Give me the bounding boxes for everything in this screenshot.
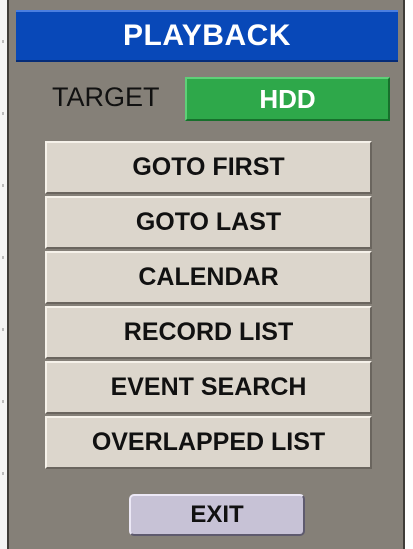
event-search-button[interactable]: EVENT SEARCH xyxy=(45,361,372,414)
target-label: TARGET xyxy=(52,82,160,112)
dialog-title: PLAYBACK xyxy=(123,19,291,52)
calendar-button[interactable]: CALENDAR xyxy=(45,251,372,304)
playback-dialog: PLAYBACK TARGET HDD GOTO FIRST GOTO LAST… xyxy=(7,0,405,549)
goto-first-button[interactable]: GOTO FIRST xyxy=(45,141,372,194)
screen: PLAYBACK TARGET HDD GOTO FIRST GOTO LAST… xyxy=(0,0,413,549)
overlapped-list-button[interactable]: OVERLAPPED LIST xyxy=(45,416,372,469)
left-edge-strip xyxy=(0,0,7,549)
record-list-button[interactable]: RECORD LIST xyxy=(45,306,372,359)
exit-button[interactable]: EXIT xyxy=(129,494,305,536)
title-bar: PLAYBACK xyxy=(16,10,398,62)
playback-menu: GOTO FIRST GOTO LAST CALENDAR RECORD LIS… xyxy=(45,141,372,471)
target-selector[interactable]: HDD xyxy=(185,77,390,121)
goto-last-button[interactable]: GOTO LAST xyxy=(45,196,372,249)
